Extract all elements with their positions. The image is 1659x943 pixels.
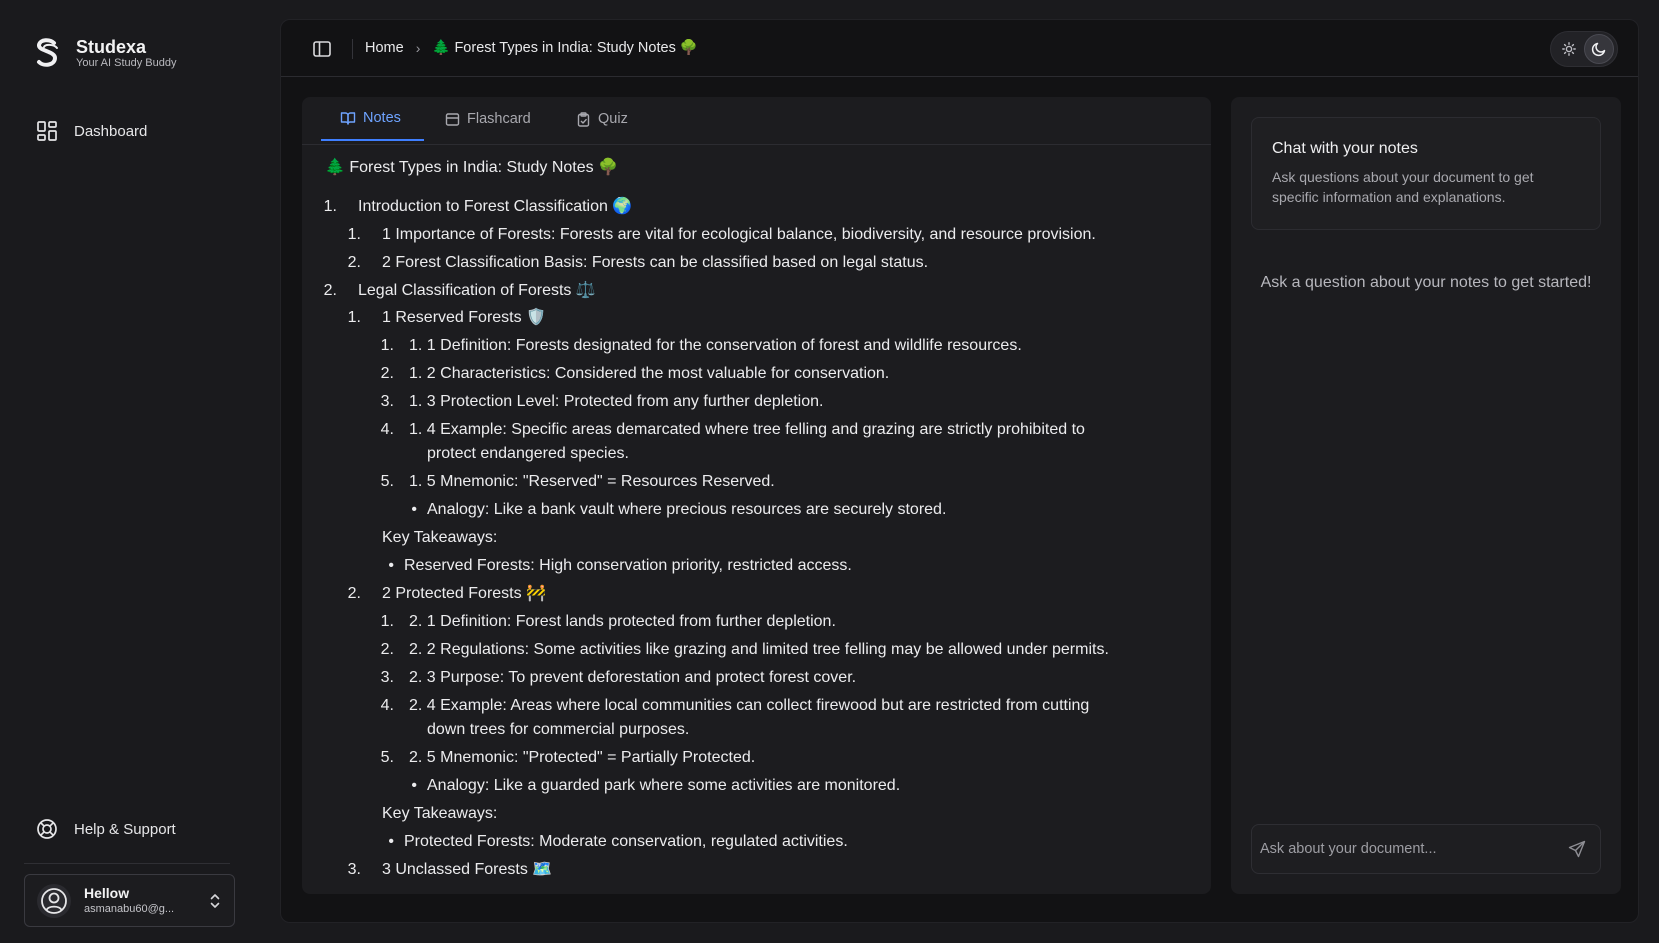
note-text: 2 Protected Forests 🚧 (382, 585, 546, 602)
note-text: 1. 1 Definition: Forests designated for … (409, 337, 1022, 354)
list-number: 1. (347, 226, 361, 243)
note-text: 1. 4 Example: Specific areas demarcated … (409, 421, 1085, 438)
list-number: 1. (323, 198, 337, 215)
note-text: Legal Classification of Forests ⚖️ (358, 282, 596, 299)
send-icon[interactable] (1568, 840, 1586, 858)
chat-description: Ask questions about your document to get… (1272, 169, 1534, 205)
chevron-right-icon: › (415, 39, 421, 56)
tab-quiz[interactable]: Quiz (576, 97, 628, 141)
notes-card: Notes Flashcard Quiz 🌲 Forest Types in I… (302, 97, 1211, 894)
bullet-marker: • (388, 833, 394, 850)
chat-header: Chat with your notes Ask questions about… (1251, 117, 1601, 230)
chat-input[interactable] (1252, 825, 1552, 873)
list-number: 4. (380, 697, 394, 714)
note-text: Analogy: Like a guarded park where some … (427, 777, 901, 794)
list-number: 1. (347, 309, 361, 326)
theme-toggle (1550, 31, 1618, 67)
user-email: asmanabu60@g... (84, 903, 175, 915)
tab-label: Flashcard (467, 111, 531, 127)
topbar-separator (352, 39, 353, 59)
breadcrumb-home[interactable]: Home (365, 40, 404, 56)
sidebar-item-label: Dashboard (74, 122, 148, 140)
list-number: 3. (380, 669, 394, 686)
bullet-marker: • (411, 777, 417, 794)
list-number: 3. (380, 393, 394, 410)
topbar: Home › 🌲 Forest Types in India: Study No… (281, 20, 1638, 77)
note-text: 1 Reserved Forests 🛡️ (382, 309, 546, 326)
sidebar-toggle-icon[interactable] (312, 39, 332, 59)
note-text: 2 Forest Classification Basis: Forests c… (382, 254, 929, 271)
brand-tagline: Your AI Study Buddy (76, 56, 177, 69)
list-number: 4. (380, 421, 394, 438)
sidebar-item-label: Help & Support (74, 820, 176, 838)
note-text: Reserved Forests: High conservation prio… (404, 557, 852, 574)
note-text: 2. 4 Example: Areas where local communit… (409, 697, 1090, 714)
avatar (37, 883, 71, 918)
book-open-icon (340, 112, 356, 125)
note-text: Key Takeaways: (382, 805, 498, 822)
note-text: 1. 5 Mnemonic: "Reserved" = Resources Re… (409, 473, 775, 490)
user-menu[interactable]: Hellow asmanabu60@g... (24, 874, 235, 927)
note-text: 2. 2 Regulations: Some activities like g… (409, 641, 1109, 658)
list-number: 1. (380, 613, 394, 630)
note-text: 1 Importance of Forests: Forests are vit… (382, 226, 1096, 243)
dark-mode-button[interactable] (1584, 34, 1614, 64)
tab-label: Notes (363, 110, 401, 126)
list-number: 3. (347, 861, 361, 878)
list-number: 2. (347, 585, 361, 602)
list-number: 2. (380, 641, 394, 658)
note-text: 2. 3 Purpose: To prevent deforestation a… (409, 669, 857, 686)
bullet-marker: • (388, 557, 394, 574)
breadcrumb-current: 🌲 Forest Types in India: Study Notes 🌳 (432, 40, 698, 56)
user-name: Hellow (84, 885, 130, 901)
note-text: Protected Forests: Moderate conservation… (404, 833, 848, 850)
note-text: Introduction to Forest Classification 🌍 (358, 198, 633, 215)
note-text: 1. 3 Protection Level: Protected from an… (409, 393, 824, 410)
notes-title: 🌲 Forest Types in India: Study Notes 🌳 (325, 159, 619, 176)
clipboard-check-icon (577, 111, 590, 127)
note-text: Key Takeaways: (382, 529, 498, 546)
list-number: 2. (380, 365, 394, 382)
tab-flashcard[interactable]: Flashcard (445, 97, 531, 141)
note-text: 2. 1 Definition: Forest lands protected … (409, 613, 836, 630)
chat-title: Chat with your notes (1272, 140, 1418, 157)
list-number: 2. (347, 254, 361, 271)
brand-name: Studexa (76, 36, 147, 57)
moon-icon (1591, 42, 1606, 57)
tab-label: Quiz (598, 111, 628, 127)
life-buoy-icon (37, 819, 57, 839)
light-mode-button[interactable] (1554, 34, 1584, 64)
note-text: 2. 5 Mnemonic: "Protected" = Partially P… (409, 749, 756, 766)
chevrons-up-down-icon (210, 893, 220, 908)
user-circle-icon (41, 887, 67, 914)
sidebar: Studexa Your AI Study Buddy Dashboard He… (0, 0, 280, 943)
chat-empty-state: Ask a question about your notes to get s… (1260, 274, 1592, 291)
note-text: protect endangered species. (427, 445, 629, 462)
note-text: 3 Unclassed Forests 🗺️ (382, 861, 553, 878)
note-text: Analogy: Like a bank vault where preciou… (427, 501, 947, 518)
card-icon (445, 112, 460, 126)
main-panel: Home › 🌲 Forest Types in India: Study No… (280, 19, 1639, 923)
notes-content: 🌲 Forest Types in India: Study Notes 🌳 1… (302, 146, 1211, 886)
sun-icon (1562, 42, 1576, 56)
chat-input-box (1251, 824, 1601, 874)
sidebar-item-dashboard[interactable]: Dashboard (36, 120, 147, 142)
list-number: 5. (380, 749, 394, 766)
studexa-logo-icon (37, 38, 58, 67)
list-number: 1. (380, 337, 394, 354)
brand[interactable]: Studexa Your AI Study Buddy (32, 36, 177, 70)
note-text: down trees for commercial purposes. (427, 721, 690, 738)
list-number: 5. (380, 473, 394, 490)
list-number: 2. (323, 282, 337, 299)
tab-notes[interactable]: Notes (321, 97, 424, 141)
note-text: 1. 2 Characteristics: Considered the mos… (409, 365, 890, 382)
sidebar-item-help[interactable]: Help & Support (36, 818, 176, 840)
dashboard-icon (37, 121, 57, 141)
bullet-marker: • (411, 501, 417, 518)
sidebar-divider (24, 863, 230, 864)
breadcrumb: Home › 🌲 Forest Types in India: Study No… (365, 39, 698, 57)
tab-bar: Notes Flashcard Quiz (302, 97, 1211, 145)
chat-panel: Chat with your notes Ask questions about… (1231, 97, 1621, 894)
